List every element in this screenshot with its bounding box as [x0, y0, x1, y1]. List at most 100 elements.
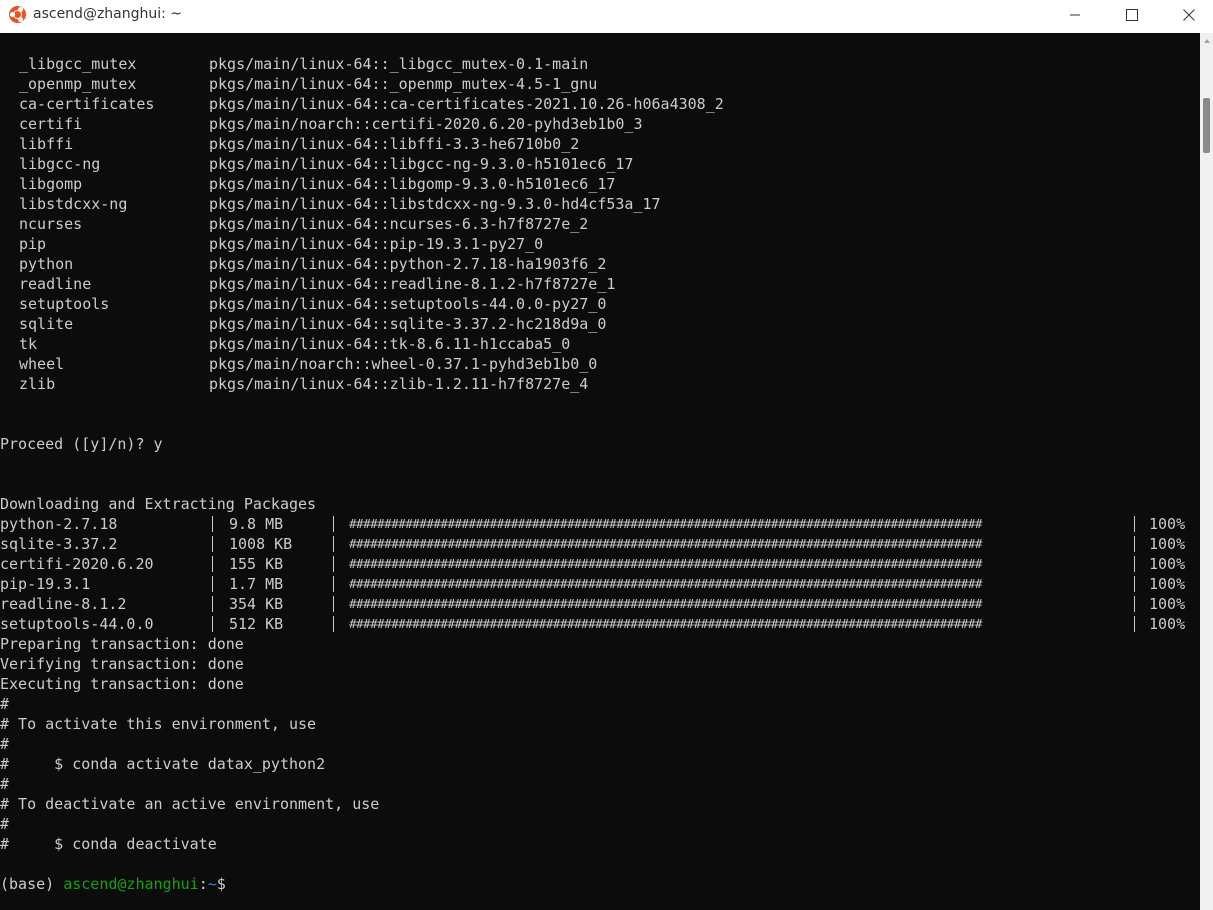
comment-line: #	[0, 775, 10, 793]
download-percent: 100%	[1149, 515, 1186, 533]
minimize-button[interactable]	[1046, 0, 1104, 30]
maximize-button[interactable]	[1103, 0, 1161, 30]
ubuntu-logo-icon	[9, 6, 26, 23]
package-name: zlib	[19, 375, 56, 393]
package-name: libgomp	[19, 175, 83, 193]
window-titlebar[interactable]: ascend@zhanghui: ~	[0, 0, 1213, 33]
package-spec: pkgs/main/linux-64::ca-certificates-2021…	[209, 95, 724, 113]
package-name: libffi	[19, 135, 74, 153]
progress-bar: ########################################…	[349, 596, 982, 611]
status-line: Preparing transaction: done	[0, 635, 244, 653]
package-spec: pkgs/main/linux-64::sqlite-3.37.2-hc218d…	[209, 315, 607, 333]
download-percent: 100%	[1149, 535, 1186, 553]
prompt-path: ~	[207, 875, 217, 893]
column-divider	[1134, 516, 1135, 532]
download-size: 354 KB	[229, 595, 284, 613]
package-spec: pkgs/main/linux-64::ncurses-6.3-h7f8727e…	[209, 215, 589, 233]
prompt-symbol: $	[216, 875, 226, 893]
download-size: 9.8 MB	[229, 515, 284, 533]
progress-bar: ########################################…	[349, 556, 982, 571]
download-name: certifi-2020.6.20	[0, 555, 154, 573]
comment-line: #	[0, 695, 10, 713]
package-name: pip	[19, 235, 47, 253]
prompt-env: (base)	[0, 875, 64, 893]
package-name: wheel	[19, 355, 65, 373]
package-spec: pkgs/main/linux-64::readline-8.1.2-h7f87…	[209, 275, 616, 293]
package-spec: pkgs/main/linux-64::tk-8.6.11-h1ccaba5_0	[209, 335, 571, 353]
comment-line: # $ conda activate datax_python2	[0, 755, 326, 773]
comment-line: # To activate this environment, use	[0, 715, 317, 733]
close-icon	[1183, 9, 1195, 21]
download-size: 1.7 MB	[229, 575, 284, 593]
download-size: 1008 KB	[229, 535, 293, 553]
package-name: libgcc-ng	[19, 155, 101, 173]
package-spec: pkgs/main/linux-64::libgomp-9.3.0-h5101e…	[209, 175, 616, 193]
column-divider	[333, 576, 334, 592]
column-divider	[1134, 536, 1135, 552]
download-name: pip-19.3.1	[0, 575, 91, 593]
shell-prompt[interactable]: (base) ascend@zhanghui:~$	[0, 874, 226, 894]
package-spec: pkgs/main/linux-64::_openmp_mutex-4.5-1_…	[209, 75, 598, 93]
package-spec: pkgs/main/linux-64::python-2.7.18-ha1903…	[209, 255, 607, 273]
download-name: setuptools-44.0.0	[0, 615, 154, 633]
package-name: ncurses	[19, 215, 83, 233]
progress-bar: ########################################…	[349, 516, 982, 531]
package-name: setuptools	[19, 295, 110, 313]
column-divider	[1134, 596, 1135, 612]
package-spec: pkgs/main/noarch::certifi-2020.6.20-pyhd…	[209, 115, 643, 133]
download-percent: 100%	[1149, 615, 1186, 633]
column-divider	[212, 516, 213, 532]
column-divider	[1134, 576, 1135, 592]
progress-bar: ########################################…	[349, 576, 982, 591]
package-spec: pkgs/main/linux-64::_libgcc_mutex-0.1-ma…	[209, 55, 589, 73]
column-divider	[333, 616, 334, 632]
download-percent: 100%	[1149, 595, 1186, 613]
package-name: libstdcxx-ng	[19, 195, 128, 213]
package-name: readline	[19, 275, 92, 293]
downloading-header: Downloading and Extracting Packages	[0, 495, 317, 513]
column-divider	[212, 616, 213, 632]
download-name: python-2.7.18	[0, 515, 118, 533]
minimize-icon	[1070, 14, 1080, 16]
package-name: _libgcc_mutex	[19, 55, 137, 73]
status-line: Executing transaction: done	[0, 675, 244, 693]
comment-line: #	[0, 735, 10, 753]
package-name: certifi	[19, 115, 83, 133]
column-divider	[212, 576, 213, 592]
scrollbar-thumb[interactable]	[1203, 98, 1210, 153]
close-button[interactable]	[1160, 0, 1213, 30]
download-row: certifi-2020.6.20 155 KB ###############…	[0, 554, 1200, 574]
proceed-prompt: Proceed ([y]/n)? y	[0, 435, 163, 453]
column-divider	[333, 556, 334, 572]
column-divider	[212, 596, 213, 612]
package-spec: pkgs/main/linux-64::pip-19.3.1-py27_0	[209, 235, 544, 253]
prompt-colon: :	[198, 875, 208, 893]
package-spec: pkgs/main/linux-64::libffi-3.3-he6710b0_…	[209, 135, 580, 153]
vertical-scrollbar[interactable]	[1200, 33, 1213, 910]
column-divider	[212, 556, 213, 572]
download-size: 155 KB	[229, 555, 284, 573]
download-percent: 100%	[1149, 575, 1186, 593]
package-spec: pkgs/main/linux-64::libstdcxx-ng-9.3.0-h…	[209, 195, 661, 213]
package-name: _openmp_mutex	[19, 75, 137, 93]
package-spec: pkgs/main/noarch::wheel-0.37.1-pyhd3eb1b…	[209, 355, 598, 373]
progress-bar: ########################################…	[349, 616, 982, 631]
column-divider	[333, 516, 334, 532]
scroll-up-arrow-icon[interactable]	[1204, 39, 1210, 43]
column-divider	[1134, 616, 1135, 632]
column-divider	[333, 536, 334, 552]
prompt-user-host: ascend@zhanghui	[63, 875, 199, 893]
package-name: python	[19, 255, 74, 273]
progress-bar: ########################################…	[349, 536, 982, 551]
status-line: Verifying transaction: done	[0, 655, 244, 673]
comment-line: # To deactivate an active environment, u…	[0, 795, 380, 813]
package-spec: pkgs/main/linux-64::zlib-1.2.11-h7f8727e…	[209, 375, 589, 393]
package-name: tk	[19, 335, 38, 353]
terminal-output[interactable]: _libgcc_mutex pkgs/main/linux-64::_libgcc…	[0, 33, 1200, 910]
window-title: ascend@zhanghui: ~	[33, 6, 183, 22]
column-divider	[333, 596, 334, 612]
download-size: 512 KB	[229, 615, 284, 633]
download-percent: 100%	[1149, 555, 1186, 573]
download-row: readline-8.1.2 354 KB ##################…	[0, 594, 1200, 614]
download-row: pip-19.3.1 1.7 MB ######################…	[0, 574, 1200, 594]
